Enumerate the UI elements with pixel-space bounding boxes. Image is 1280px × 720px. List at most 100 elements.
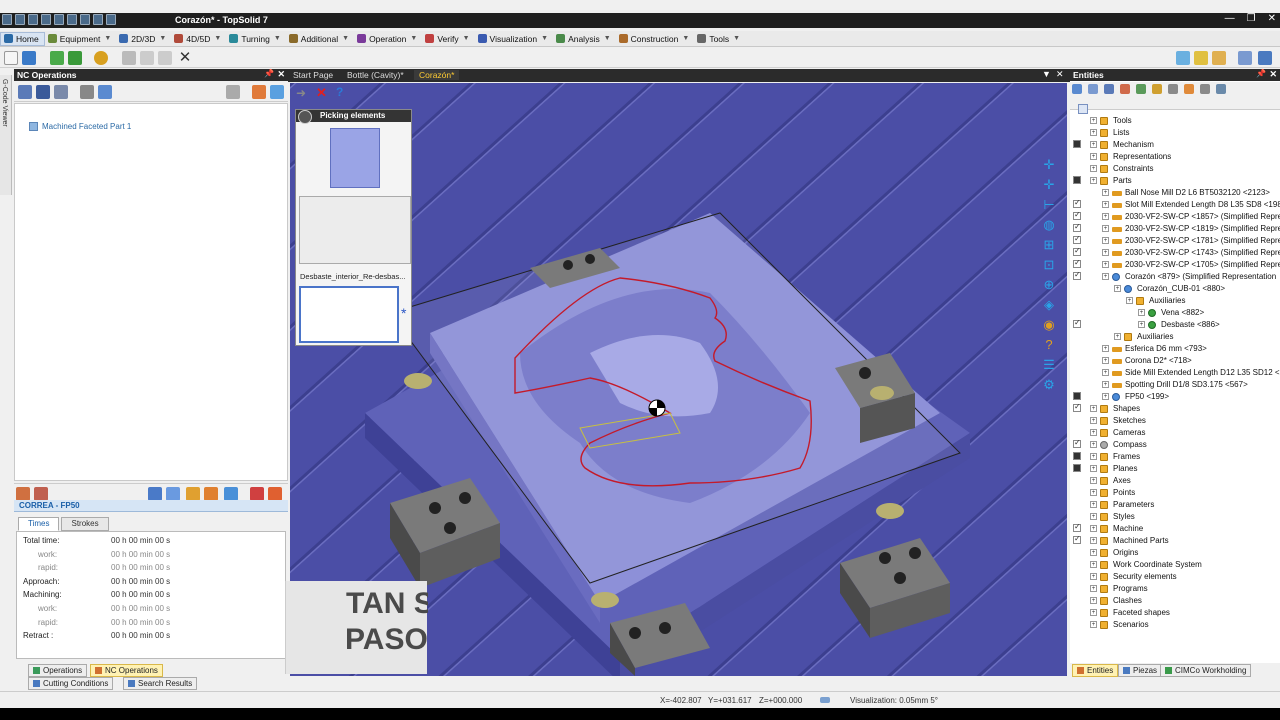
up-icon[interactable] xyxy=(148,487,162,501)
operation-2-icon[interactable] xyxy=(34,487,48,501)
tab-operations[interactable]: Operations xyxy=(28,664,88,677)
entity-item[interactable]: + Security elements xyxy=(1070,571,1280,583)
expand-icon[interactable]: + xyxy=(1102,201,1109,208)
expand-icon[interactable]: + xyxy=(1090,117,1097,124)
expand-icon[interactable]: + xyxy=(1090,177,1097,184)
gear-icon[interactable]: ⚙ xyxy=(1042,378,1056,392)
expand-icon[interactable]: + xyxy=(1114,333,1121,340)
chevron-down-icon[interactable]: ▼ xyxy=(682,35,689,42)
minimize-icon[interactable]: — xyxy=(1225,13,1235,24)
expand-icon[interactable]: + xyxy=(1102,345,1109,352)
entity-item[interactable]: + Desbaste <886> xyxy=(1070,318,1280,331)
entity-item[interactable]: + Clashes xyxy=(1070,595,1280,607)
tool-icon[interactable] xyxy=(36,85,50,99)
menu-construction[interactable]: Construction ▼ xyxy=(616,32,695,46)
filter-icon[interactable] xyxy=(270,85,284,99)
display-icon[interactable] xyxy=(1194,51,1208,65)
entity-item[interactable]: + Corona D2* <718> xyxy=(1070,355,1280,367)
sort-icon[interactable] xyxy=(1120,84,1130,94)
chevron-down-icon[interactable]: ▼ xyxy=(274,35,281,42)
selection-slot[interactable] xyxy=(299,196,411,264)
expand-icon[interactable]: + xyxy=(1090,525,1097,532)
maximize-icon[interactable]: ❐ xyxy=(1247,13,1256,24)
filter-icon[interactable] xyxy=(1072,84,1082,94)
visibility-checkbox[interactable] xyxy=(1073,270,1081,280)
window-icon[interactable] xyxy=(1238,51,1252,65)
expand-icon[interactable]: + xyxy=(1090,573,1097,580)
entity-item[interactable]: + Programs xyxy=(1070,583,1280,595)
tab-nc-operations[interactable]: NC Operations xyxy=(90,664,163,677)
fullscreen-icon[interactable] xyxy=(1258,51,1272,65)
cube-icon[interactable]: ◈ xyxy=(1042,298,1056,312)
frame-icon[interactable]: ⊞ xyxy=(1042,238,1056,252)
gcode-viewer-tab[interactable]: G-Code Viewer xyxy=(0,75,12,195)
expand-icon[interactable]: + xyxy=(1090,561,1097,568)
grid-icon[interactable] xyxy=(1200,84,1210,94)
cancel-icon[interactable]: ✕ xyxy=(316,85,330,100)
entity-item[interactable]: + Styles xyxy=(1070,511,1280,523)
visibility-checkbox[interactable] xyxy=(1073,246,1081,256)
visibility-checkbox[interactable] xyxy=(1073,464,1081,472)
tab-cimco-workholding[interactable]: CIMCo Workholding xyxy=(1160,664,1252,677)
tab-piezas[interactable]: Piezas xyxy=(1118,664,1163,677)
visibility-checkbox[interactable] xyxy=(1073,234,1081,244)
visibility-checkbox[interactable] xyxy=(1073,392,1081,400)
entity-item[interactable]: + Vena <882> xyxy=(1070,307,1280,319)
tab-times[interactable]: Times xyxy=(18,517,60,531)
expand-icon[interactable]: + xyxy=(1102,357,1109,364)
color-icon[interactable]: ◉ xyxy=(1042,318,1056,332)
list-icon[interactable] xyxy=(1168,84,1178,94)
paste-icon[interactable] xyxy=(158,51,172,65)
delete-icon[interactable]: ✕ xyxy=(178,50,192,65)
layout-icon[interactable] xyxy=(1176,51,1190,65)
entity-item[interactable]: + Planes xyxy=(1070,463,1280,475)
expand-icon[interactable]: + xyxy=(1090,609,1097,616)
arrow-icon[interactable]: ➜ xyxy=(296,86,310,100)
tree-item[interactable]: Machined Faceted Part 1 xyxy=(29,122,131,131)
expand-icon[interactable]: + xyxy=(1090,129,1097,136)
tab-bottle-cavity[interactable]: Bottle (Cavity)* xyxy=(342,70,409,80)
entity-item[interactable]: + Side Mill Extended Length D12 L35 SD12 … xyxy=(1070,367,1280,379)
expand-icon[interactable]: + xyxy=(1090,537,1097,544)
print-icon[interactable] xyxy=(80,85,94,99)
edit-icon[interactable] xyxy=(186,487,200,501)
report-icon[interactable] xyxy=(268,487,282,501)
menu-equipment[interactable]: Equipment ▼ xyxy=(45,32,117,46)
visualization-setting[interactable]: Visualization: 0.05mm 5° xyxy=(850,696,938,705)
tab-corazon[interactable]: Corazón* xyxy=(414,70,460,80)
expand-icon[interactable]: + xyxy=(1102,213,1109,220)
expand-icon[interactable]: + xyxy=(1090,141,1097,148)
axis-icon[interactable]: ⊢ xyxy=(1042,198,1056,212)
undo-icon[interactable] xyxy=(54,14,64,25)
chevron-down-icon[interactable]: ▼ xyxy=(104,35,111,42)
down-icon[interactable] xyxy=(166,487,180,501)
entity-item[interactable]: + FP50 <199> xyxy=(1070,391,1280,403)
open-icon[interactable] xyxy=(80,14,90,25)
entity-item[interactable]: + Lists xyxy=(1070,127,1280,139)
entity-item[interactable]: +2030-VF2-SW-CP <1743> (Simplified Repre xyxy=(1070,246,1280,259)
chevron-down-icon[interactable]: ▼ xyxy=(604,35,611,42)
visibility-checkbox[interactable] xyxy=(1073,438,1081,448)
operation-icon[interactable] xyxy=(16,487,30,501)
entity-item[interactable]: + Spotting Drill D1/8 SD3.175 <567> xyxy=(1070,379,1280,391)
highlight-icon[interactable] xyxy=(1184,84,1194,94)
expand-icon[interactable]: + xyxy=(1102,381,1109,388)
expand-icon[interactable]: + xyxy=(1090,453,1097,460)
expand-icon[interactable]: + xyxy=(1114,285,1121,292)
entity-item[interactable]: + Ball Nose Mill D2 L6 BT5032120 <2123> xyxy=(1070,187,1280,199)
tab-strokes[interactable]: Strokes xyxy=(61,517,109,531)
expand-icon[interactable]: + xyxy=(1090,489,1097,496)
expand-icon[interactable]: + xyxy=(1102,273,1109,280)
entity-item[interactable]: + Machined Parts xyxy=(1070,534,1280,547)
expand-icon[interactable]: + xyxy=(1090,417,1097,424)
expand-icon[interactable]: + xyxy=(1138,321,1145,328)
expand-icon[interactable]: + xyxy=(1090,441,1097,448)
visibility-checkbox[interactable] xyxy=(1073,176,1081,184)
layers-icon[interactable]: ☰ xyxy=(1042,358,1056,372)
expand-icon[interactable]: + xyxy=(1102,249,1109,256)
zoom-icon[interactable]: ⊕ xyxy=(1042,278,1056,292)
new-document-icon[interactable] xyxy=(4,51,18,65)
menu-2d-3d[interactable]: 2D/3D ▼ xyxy=(116,32,171,46)
entity-item[interactable]: + Frames xyxy=(1070,451,1280,463)
machine-icon[interactable] xyxy=(18,85,32,99)
